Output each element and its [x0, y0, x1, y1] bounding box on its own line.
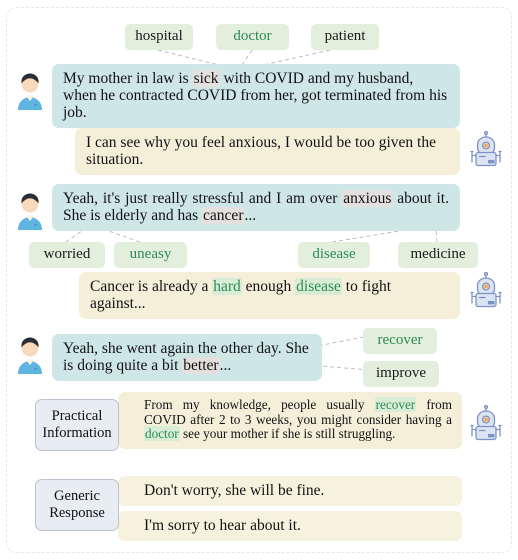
bubble-text-segment: ... [244, 207, 257, 224]
keyword-tag-medicine[interactable]: medicine [398, 242, 478, 268]
label-line-1: Practical [51, 408, 103, 424]
bubble-text: I can see why you feel anxious, I would … [86, 134, 436, 168]
bubble-text-segment: Cancer is already a [90, 278, 213, 295]
chat-bubble-user-3: Yeah, she went again the other day. She … [52, 334, 322, 381]
highlight-keyword-hard: hard [212, 278, 242, 295]
highlight-keyword-cancer: cancer [202, 207, 245, 224]
highlight-keyword-sick: sick [192, 70, 220, 87]
chat-bubble-generic-1: Don't worry, she will be fine. [118, 476, 462, 506]
label-generic-response[interactable]: Generic Response [35, 479, 119, 531]
label-line-1: Generic [54, 488, 100, 504]
user-avatar-icon [14, 336, 46, 379]
robot-avatar-icon [466, 271, 506, 317]
conversation-figure: hospital doctor patient My mother in law… [0, 0, 518, 560]
keyword-tag-doctor[interactable]: doctor [216, 24, 289, 50]
highlight-keyword-recover: recover [374, 397, 417, 412]
chat-bubble-bot-1: I can see why you feel anxious, I would … [75, 128, 460, 175]
bubble-text-segment: Yeah, it's just really stressful and I a… [63, 190, 343, 207]
keyword-tag-disease[interactable]: disease [298, 242, 370, 268]
highlight-keyword-better: better [182, 357, 220, 374]
highlight-keyword-doctor: doctor [144, 426, 180, 442]
keyword-tag-improve[interactable]: improve [363, 361, 439, 387]
bubble-text: Don't worry, she will be fine. [144, 482, 325, 499]
bubble-text-segment: From my knowledge, people usually [144, 397, 375, 412]
label-practical-information[interactable]: Practical Information [35, 399, 119, 451]
highlight-keyword-anxious: anxious [342, 190, 393, 207]
chat-bubble-user-2: Yeah, it's just really stressful and I a… [52, 184, 460, 231]
chat-bubble-user-1: My mother in law is sick with COVID and … [52, 64, 460, 128]
keyword-tag-uneasy[interactable]: uneasy [114, 242, 187, 268]
user-avatar-icon [14, 72, 46, 115]
label-line-2: Information [42, 425, 112, 441]
user-avatar-icon [14, 192, 46, 235]
chat-bubble-practical-information: From my knowledge, people usually recove… [118, 392, 462, 449]
bubble-text-segment: ... [219, 357, 232, 374]
keyword-tag-patient[interactable]: patient [311, 24, 379, 50]
bubble-text-segment: enough [241, 278, 296, 295]
label-line-2: Response [49, 505, 105, 521]
chat-bubble-bot-2: Cancer is already a hard enough disease … [79, 272, 460, 319]
bubble-text-segment: My mother in law is [63, 70, 193, 87]
bubble-text: I'm sorry to hear about it. [144, 517, 301, 534]
chat-bubble-generic-2: I'm sorry to hear about it. [118, 511, 462, 541]
keyword-tag-worried[interactable]: worried [29, 242, 105, 268]
robot-avatar-icon [466, 130, 506, 176]
highlight-keyword-disease: disease [295, 278, 342, 295]
keyword-tag-hospital[interactable]: hospital [125, 24, 193, 50]
keyword-tag-recover[interactable]: recover [363, 328, 437, 354]
robot-avatar-icon [466, 404, 506, 450]
bubble-text-segment: see your mother if she is still struggli… [179, 426, 396, 442]
